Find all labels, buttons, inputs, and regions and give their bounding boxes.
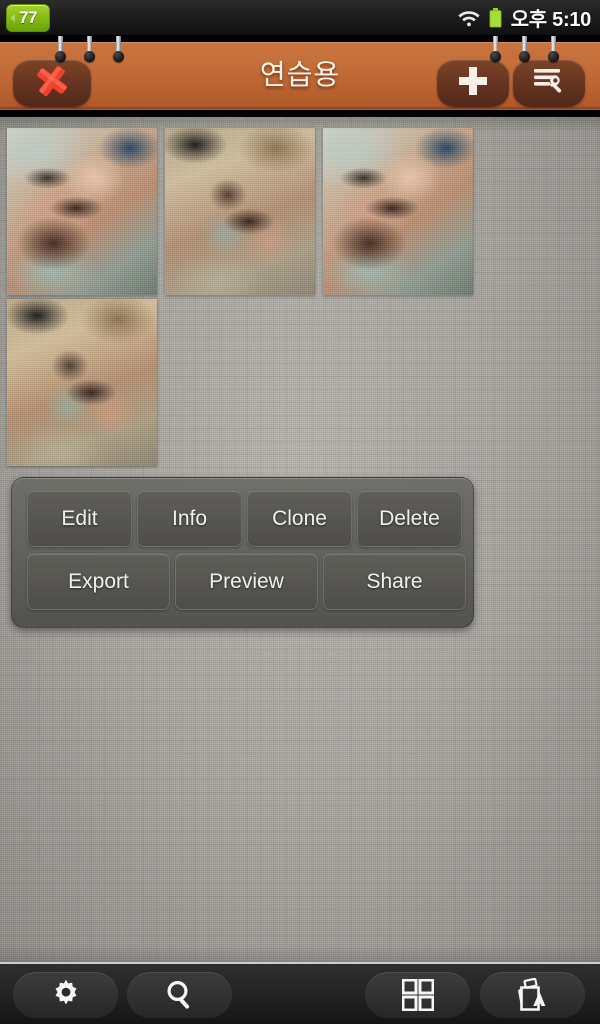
plus-icon xyxy=(457,65,489,102)
tools-button[interactable] xyxy=(513,60,585,107)
bottom-toolbar xyxy=(0,962,600,1024)
nail-decoration-icon xyxy=(113,36,124,62)
thumbnail-grain-overlay xyxy=(165,128,315,295)
gallery-content: Edit Info Clone Delete Export Preview Sh… xyxy=(0,117,600,962)
nail-decoration-icon xyxy=(84,36,95,62)
sort-alpha-icon xyxy=(515,978,551,1012)
battery-icon xyxy=(489,7,502,28)
wifi-icon xyxy=(458,9,480,27)
nail-decoration-icon xyxy=(55,36,66,62)
action-panel-row-2: Export Preview Share xyxy=(27,553,466,610)
info-button[interactable]: Info xyxy=(137,490,242,547)
settings-button[interactable] xyxy=(13,972,118,1018)
edit-button[interactable]: Edit xyxy=(27,490,132,547)
status-bar: 77 오후 5:10 xyxy=(0,0,600,36)
add-button[interactable] xyxy=(437,60,509,107)
context-action-panel: Edit Info Clone Delete Export Preview Sh… xyxy=(11,477,474,628)
nail-decoration-icon xyxy=(548,36,559,62)
close-icon xyxy=(34,64,70,103)
sort-button[interactable] xyxy=(480,972,585,1018)
battery-percent-label: 77 xyxy=(19,7,37,27)
thumbnail-grain-overlay xyxy=(7,299,157,466)
thumbnail-item[interactable] xyxy=(7,128,157,295)
preview-button[interactable]: Preview xyxy=(175,553,318,610)
thumbnail-grain-overlay xyxy=(7,128,157,295)
search-button[interactable] xyxy=(127,972,232,1018)
battery-percent-widget[interactable]: 77 xyxy=(6,3,50,32)
thumbnail-grain-overlay xyxy=(323,128,473,295)
close-button[interactable] xyxy=(13,60,91,107)
delete-button[interactable]: Delete xyxy=(357,490,462,547)
grid-view-button[interactable] xyxy=(365,972,470,1018)
action-panel-row-1: Edit Info Clone Delete xyxy=(27,490,462,547)
thumbnail-item[interactable] xyxy=(7,299,157,466)
thumbnail-item[interactable] xyxy=(323,128,473,295)
search-icon xyxy=(163,978,197,1012)
gear-icon xyxy=(49,978,83,1012)
clone-button[interactable]: Clone xyxy=(247,490,352,547)
nail-decoration-icon xyxy=(519,36,530,62)
status-bar-icons: 오후 5:10 xyxy=(458,3,600,32)
nail-decoration-icon xyxy=(490,36,501,62)
settings-tools-icon xyxy=(532,66,566,101)
grid-icon xyxy=(401,979,434,1011)
thumbnail-item[interactable] xyxy=(165,128,315,295)
export-button[interactable]: Export xyxy=(27,553,170,610)
share-button[interactable]: Share xyxy=(323,553,466,610)
app-root: 77 오후 5:10 연습용 Edit Info Clone Delete Ex… xyxy=(0,0,600,1024)
status-bar-clock: 오후 5:10 xyxy=(510,9,592,31)
title-bar: 연습용 xyxy=(0,36,600,117)
